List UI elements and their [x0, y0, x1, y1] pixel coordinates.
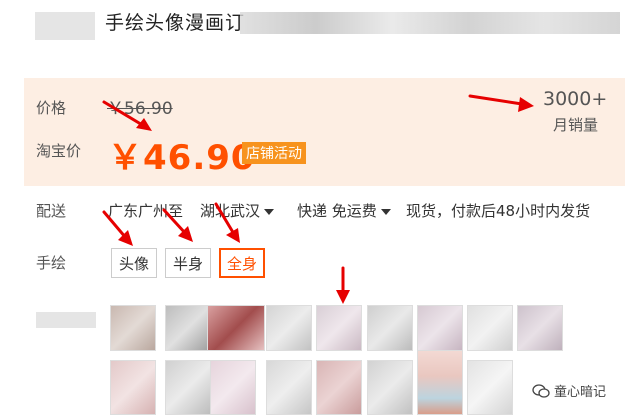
wechat-icon — [532, 383, 550, 398]
thumbnail[interactable] — [165, 360, 211, 415]
chevron-down-icon — [380, 208, 391, 215]
arrow-to-price-icon — [102, 100, 152, 131]
blurred-label — [36, 312, 96, 328]
option-half-body[interactable]: 半身 — [165, 248, 211, 278]
chevron-down-icon — [264, 208, 275, 215]
taobao-price-label: 淘宝价 — [36, 142, 82, 160]
thumbnail[interactable] — [316, 305, 362, 351]
thumbnail[interactable] — [417, 305, 463, 351]
arrow-to-option-head-icon — [102, 210, 133, 246]
shipping-note: 现货，付款后48小时内发货 — [406, 202, 591, 220]
arrow-to-option-full-icon — [214, 202, 240, 243]
thumbnail[interactable] — [110, 305, 156, 351]
shipping-method-select[interactable]: 快递 免运费 — [297, 200, 391, 221]
option-full-body[interactable]: 全身 — [219, 248, 265, 278]
thumbnail[interactable] — [517, 305, 563, 351]
thumbnail[interactable] — [316, 360, 362, 415]
arrow-to-option-half-icon — [162, 208, 193, 242]
thumbnail[interactable] — [467, 305, 513, 351]
price-label: 价格 — [36, 99, 67, 117]
watermark: 童心暗记 — [532, 381, 606, 400]
thumbnail[interactable] — [467, 360, 513, 415]
option-head[interactable]: 头像 — [111, 248, 157, 278]
monthly-sales-count: 3000+ — [543, 88, 608, 110]
arrow-to-thumbnails-icon — [336, 266, 350, 304]
option-group-label: 手绘 — [36, 254, 67, 272]
shipping-method: 快递 免运费 — [297, 202, 377, 220]
blurred-title-rest — [240, 12, 620, 34]
thumbnail[interactable] — [210, 360, 256, 415]
shipping-label: 配送 — [36, 202, 67, 220]
arrow-to-sales-icon — [468, 94, 534, 112]
thumbnail[interactable] — [266, 360, 312, 415]
thumbnail[interactable] — [266, 305, 312, 351]
watermark-text: 童心暗记 — [554, 385, 607, 400]
thumbnail[interactable] — [110, 360, 156, 415]
thumbnail[interactable] — [207, 305, 265, 351]
thumbnail[interactable] — [367, 360, 413, 415]
product-title: 手绘头像漫画订 — [105, 12, 246, 34]
monthly-sales-label: 月销量 — [553, 116, 599, 134]
promo-tag[interactable]: 店铺活动 — [242, 142, 306, 164]
thumbnail[interactable] — [367, 305, 413, 351]
thumbnail[interactable] — [417, 350, 463, 415]
blurred-logo — [35, 12, 95, 40]
thumbnail[interactable] — [165, 305, 211, 351]
